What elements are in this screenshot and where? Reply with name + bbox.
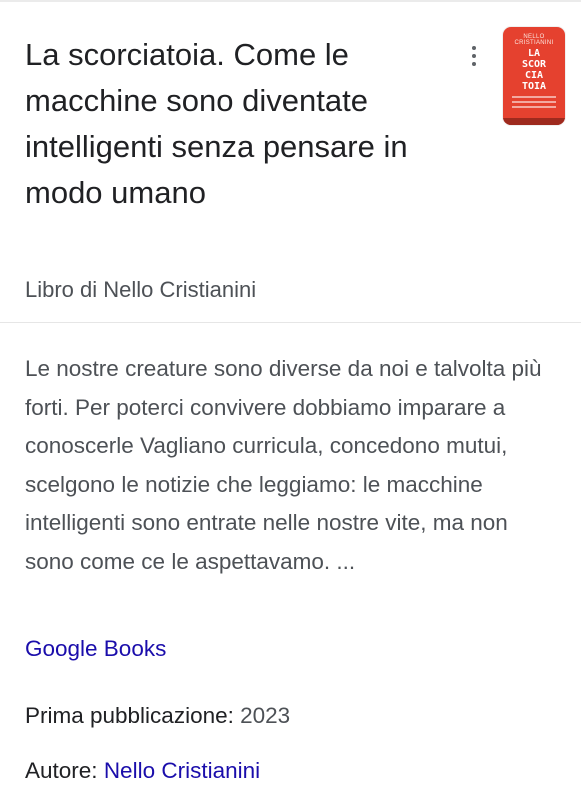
knowledge-panel-header: La scorciatoia. Come le macchine sono di… — [0, 0, 581, 322]
cover-blurb-line — [512, 96, 556, 98]
first-published-label: Prima pubblicazione: — [25, 703, 234, 728]
book-description: Le nostre creature sono diverse da noi e… — [25, 356, 542, 574]
section-divider — [0, 322, 581, 323]
author-row: Autore: Nello Cristianini — [25, 752, 260, 790]
book-cover-image[interactable]: NELLO CRISTIANINI LA SCOR CIA TOIA — [503, 27, 565, 125]
author-label: Autore: — [25, 758, 98, 783]
first-published-row: Prima pubblicazione: 2023 — [25, 697, 290, 735]
google-books-link[interactable]: Google Books — [25, 630, 166, 668]
cover-title-word: LA — [527, 48, 541, 59]
cover-title-word: SCOR — [521, 59, 547, 70]
cover-bottom-strip — [503, 118, 565, 125]
cover-title-word: CIA — [524, 70, 544, 81]
cover-title-word: TOIA — [521, 81, 547, 92]
first-published-value: 2023 — [240, 703, 291, 728]
cover-author-text: NELLO CRISTIANINI — [514, 34, 554, 46]
more-options-button[interactable] — [462, 42, 486, 70]
cover-blurb-line — [512, 101, 556, 103]
author-link[interactable]: Nello Cristianini — [104, 758, 260, 783]
book-title: La scorciatoia. Come le macchine sono di… — [25, 37, 408, 210]
cover-blurb-line — [512, 106, 556, 108]
book-subtitle: Libro di Nello Cristianini — [25, 277, 257, 302]
more-vert-icon — [472, 46, 476, 50]
